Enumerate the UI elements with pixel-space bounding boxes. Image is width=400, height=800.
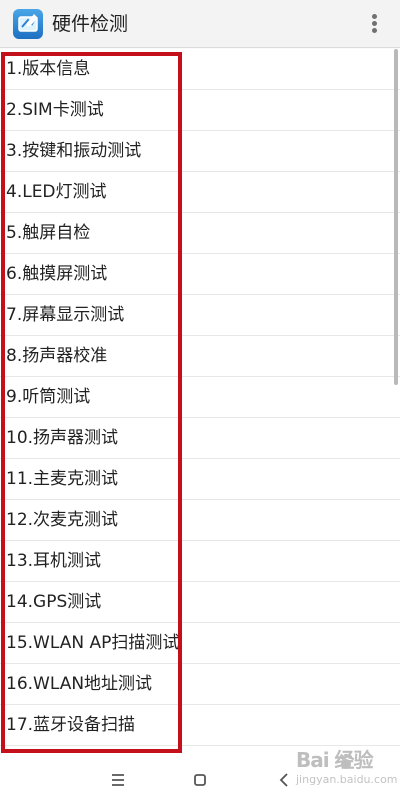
hardware-test-screen: 硬件检测 1.版本信息 2.SIM卡测试 3.按键和振动测试 4.LED灯测试 …: [0, 0, 400, 800]
list-item-label: 16.WLAN地址测试: [6, 674, 153, 694]
back-chevron-icon-graphic: [279, 773, 288, 787]
list-item-wlan-ap-scan-test[interactable]: 15.WLAN AP扫描测试: [0, 623, 400, 664]
overflow-dot-icon: [372, 28, 377, 33]
watermark-url: jingyan.baidu.com: [296, 773, 398, 786]
list-item-label: 11.主麦克测试: [6, 469, 119, 489]
list-item-label: 9.听筒测试: [6, 387, 91, 407]
list-item-secondary-mic-test[interactable]: 12.次麦克测试: [0, 500, 400, 541]
list-item-speaker-test[interactable]: 10.扬声器测试: [0, 418, 400, 459]
list-item-label: 14.GPS测试: [6, 592, 102, 612]
list-item-label: 2.SIM卡测试: [6, 100, 104, 120]
list-item-sim-test[interactable]: 2.SIM卡测试: [0, 90, 400, 131]
list-item-label: 13.耳机测试: [6, 551, 102, 571]
menu-icon-graphic: [112, 774, 124, 786]
home-square-icon[interactable]: [188, 768, 212, 792]
list-item-label: 5.触屏自检: [6, 223, 91, 243]
list-item-bluetooth-scan[interactable]: 17.蓝牙设备扫描: [0, 705, 400, 746]
list-item-touchscreen-test[interactable]: 6.触摸屏测试: [0, 254, 400, 295]
list-item-screen-display-test[interactable]: 7.屏幕显示测试: [0, 295, 400, 336]
list-item-key-vibration-test[interactable]: 3.按键和振动测试: [0, 131, 400, 172]
paw-print-icon: [340, 753, 352, 769]
list-item-receiver-test[interactable]: 9.听筒测试: [0, 377, 400, 418]
list-item-label: 4.LED灯测试: [6, 182, 107, 202]
list-item-label: 3.按键和振动测试: [6, 141, 142, 161]
home-square-icon-graphic: [194, 774, 206, 786]
page-title: 硬件检测: [52, 13, 129, 35]
list-item-version-info[interactable]: 1.版本信息: [0, 49, 400, 90]
back-chevron-icon[interactable]: [272, 768, 296, 792]
hardware-test-app-icon-graphic: [18, 14, 38, 32]
list-item-label: 12.次麦克测试: [6, 510, 119, 530]
list-item-led-test[interactable]: 4.LED灯测试: [0, 172, 400, 213]
menu-icon[interactable]: [106, 768, 130, 792]
list-item-main-mic-test[interactable]: 11.主麦克测试: [0, 459, 400, 500]
overflow-dot-icon: [372, 21, 377, 26]
watermark-main-text: Bai 经验: [296, 748, 374, 772]
list-item-headset-test[interactable]: 13.耳机测试: [0, 541, 400, 582]
list-item-label: 7.屏幕显示测试: [6, 305, 125, 325]
list-item-label: 1.版本信息: [6, 59, 91, 79]
hardware-test-list[interactable]: 1.版本信息 2.SIM卡测试 3.按键和振动测试 4.LED灯测试 5.触屏自…: [0, 49, 400, 762]
overflow-dot-icon: [372, 14, 377, 19]
action-bar: 硬件检测: [0, 0, 400, 48]
list-item-label: 17.蓝牙设备扫描: [6, 715, 136, 735]
list-item-gps-test[interactable]: 14.GPS测试: [0, 582, 400, 623]
list-item-label: 8.扬声器校准: [6, 346, 108, 366]
watermark: Bai 经验 jingyan.baidu.com: [296, 748, 398, 792]
overflow-menu-icon[interactable]: [372, 14, 378, 36]
hardware-test-app-icon: [13, 9, 43, 39]
list-item-label: 6.触摸屏测试: [6, 264, 108, 284]
list-item-wlan-address-test[interactable]: 16.WLAN地址测试: [0, 664, 400, 705]
list-item-touch-self-test[interactable]: 5.触屏自检: [0, 213, 400, 254]
scrollbar[interactable]: [394, 49, 398, 385]
list-item-label: 15.WLAN AP扫描测试: [6, 633, 180, 653]
list-item-label: 10.扬声器测试: [6, 428, 119, 448]
list-item-speaker-calibration[interactable]: 8.扬声器校准: [0, 336, 400, 377]
